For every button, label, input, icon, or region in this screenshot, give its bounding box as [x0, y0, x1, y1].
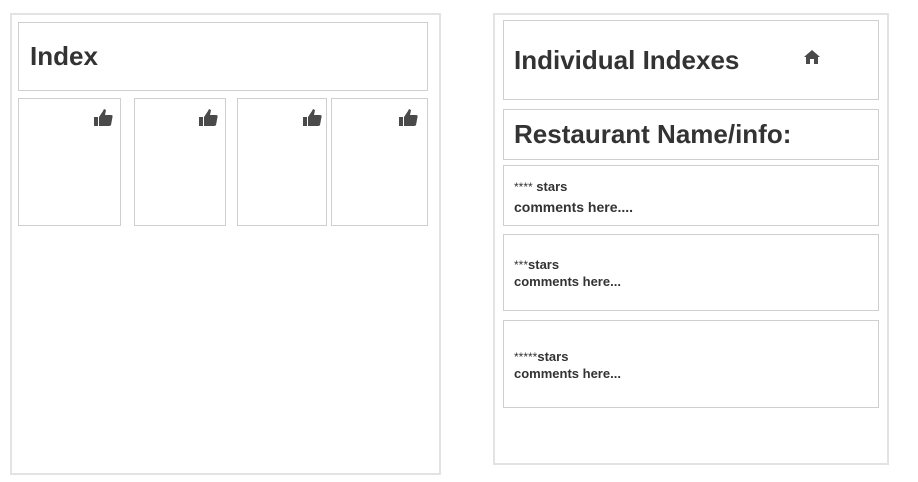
rating-asterisks: *****	[514, 350, 538, 364]
thumbs-up-icon[interactable]	[198, 109, 218, 127]
stars-label: stars	[537, 349, 569, 364]
review-comment: comments here...	[514, 366, 621, 381]
review-content: **** stars comments here....	[514, 178, 633, 216]
star-rating: *****stars	[514, 349, 621, 365]
index-card[interactable]	[237, 98, 327, 226]
panel-title: Individual Indexes	[514, 45, 740, 75]
restaurant-heading: Restaurant Name/info:	[514, 119, 792, 149]
review-card: *****stars comments here...	[503, 320, 879, 408]
review-content: ***stars comments here...	[514, 257, 621, 290]
thumbs-up-icon[interactable]	[93, 109, 113, 127]
page-title: Index	[30, 41, 98, 71]
individual-indexes-header: Individual Indexes	[503, 20, 879, 100]
index-header: Index	[18, 22, 428, 91]
star-rating: ***stars	[514, 257, 621, 273]
review-card: ***stars comments here...	[503, 234, 879, 311]
review-content: *****stars comments here...	[514, 349, 621, 382]
review-comment: comments here...	[514, 274, 621, 289]
stars-label: stars	[532, 179, 568, 194]
rating-asterisks: ***	[514, 258, 529, 272]
star-rating: **** stars	[514, 178, 633, 196]
review-card: **** stars comments here....	[503, 165, 879, 226]
restaurant-info-section: Restaurant Name/info:	[503, 109, 879, 160]
thumbs-up-icon[interactable]	[302, 109, 322, 127]
index-card[interactable]	[134, 98, 226, 226]
stars-label: stars	[528, 257, 560, 272]
index-card[interactable]	[18, 98, 121, 226]
thumbs-up-icon[interactable]	[398, 109, 418, 127]
rating-asterisks: ****	[514, 180, 533, 194]
home-icon[interactable]	[804, 50, 820, 64]
index-card[interactable]	[331, 98, 428, 226]
review-comment: comments here....	[514, 199, 634, 215]
